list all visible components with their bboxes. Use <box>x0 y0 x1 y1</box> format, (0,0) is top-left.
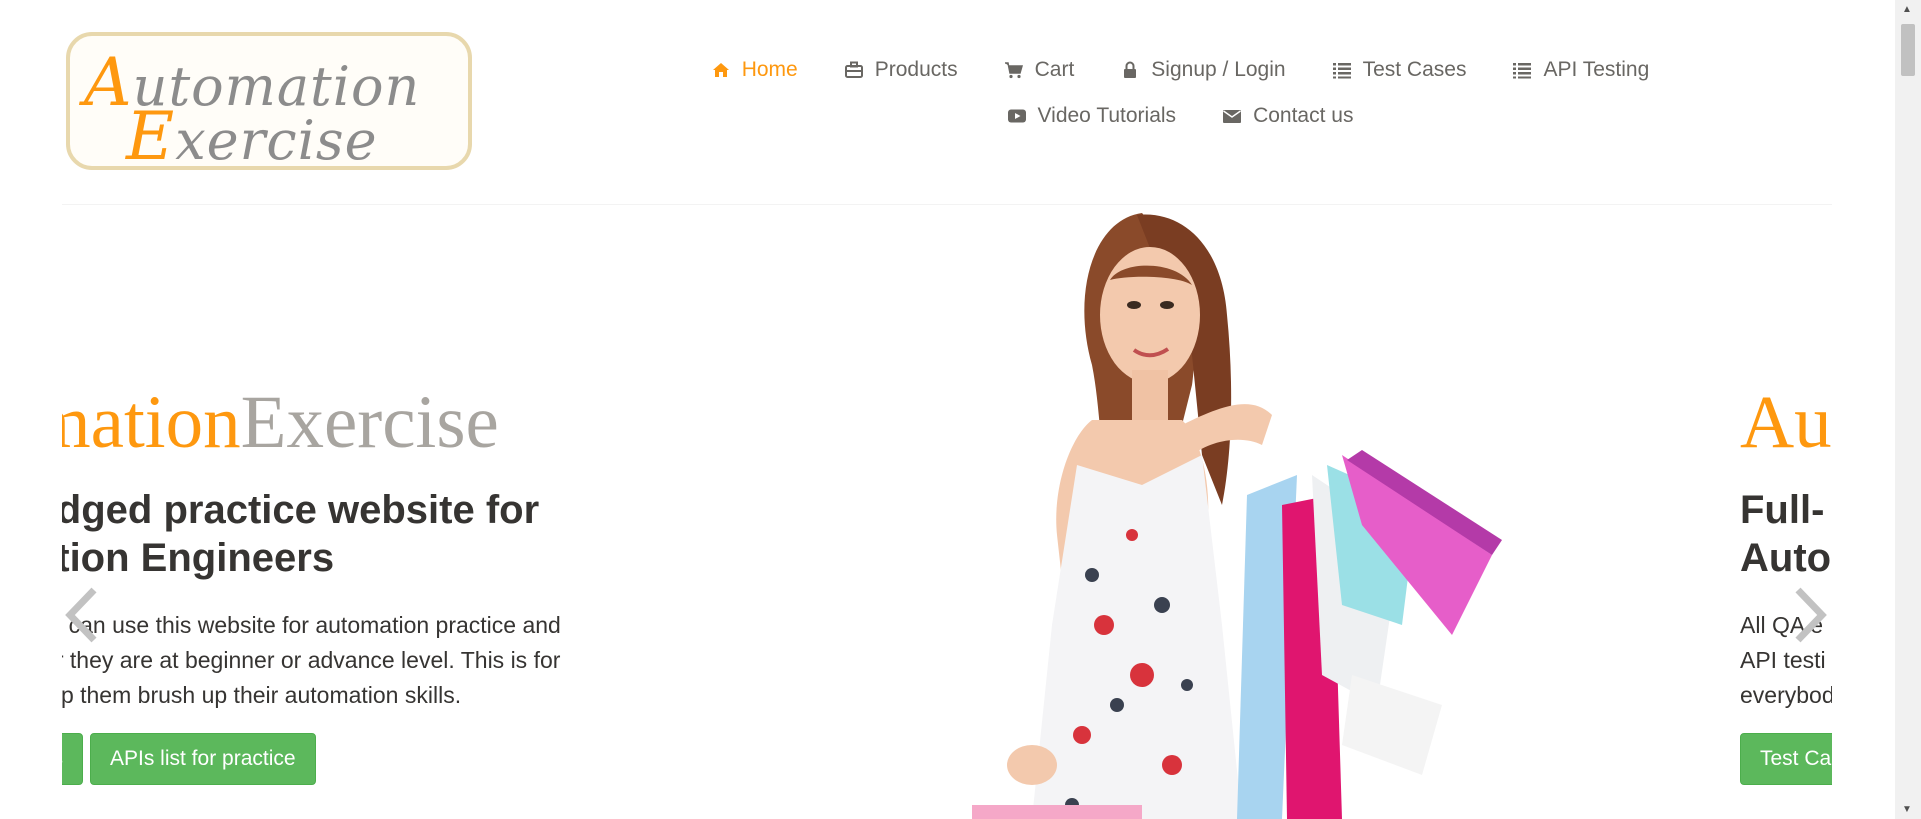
logo-rest-2: xercise <box>175 109 378 170</box>
scroll-up-arrow-icon[interactable]: ▲ <box>1902 4 1912 15</box>
nav-test-cases-label: Test Cases <box>1362 58 1467 81</box>
logo-cap-e: E <box>126 98 176 170</box>
nav-api-testing[interactable]: API Testing <box>1489 47 1672 93</box>
brand-orange: tomation <box>62 381 241 464</box>
chevron-left-icon <box>65 587 97 643</box>
next-slide-headline: Full- Auto <box>1740 486 1832 582</box>
carousel-prev-arrow[interactable] <box>64 585 98 655</box>
briefcase-icon <box>844 61 863 78</box>
next-slide-preview: Au Full- Auto All QA e API testi everybo… <box>1740 385 1832 713</box>
nav-products-label: Products <box>874 58 958 81</box>
slide-buttons: ses APIs list for practice <box>62 733 316 785</box>
scroll-thumb[interactable] <box>1901 24 1915 76</box>
carousel-next-arrow[interactable] <box>1794 585 1828 655</box>
desc-line-3: dy to help them brush up their automatio… <box>62 682 462 708</box>
headline-line-1: Fledged practice website for <box>62 488 540 532</box>
nav-video-tutorials-label: Video Tutorials <box>1037 104 1177 127</box>
chevron-right-icon <box>1795 587 1827 643</box>
nav-contact-us-label: Contact us <box>1253 104 1354 127</box>
logo-line-2: Exercise <box>126 98 378 170</box>
nav-api-testing-label: API Testing <box>1543 58 1650 81</box>
cart-icon <box>1004 62 1023 79</box>
next-test-cases-button[interactable]: Test Ca <box>1740 733 1832 785</box>
scroll-down-arrow-icon[interactable]: ▼ <box>1902 804 1912 815</box>
next-slide-buttons: Test Ca <box>1740 733 1832 785</box>
nav-products[interactable]: Products <box>821 47 981 93</box>
slide-description: ngineers can use this website for automa… <box>62 608 678 713</box>
nav-row-1: Home Products Cart Signup / Login Test C… <box>690 47 1670 93</box>
nav-home[interactable]: Home <box>688 47 821 93</box>
desc-line-1: ngineers can use this website for automa… <box>62 612 561 638</box>
next-slide-brand: Au <box>1740 385 1832 460</box>
apis-list-button[interactable]: APIs list for practice <box>90 733 316 785</box>
desc-line-2: ng either they are at beginner or advanc… <box>62 647 561 673</box>
nav-signup-login[interactable]: Signup / Login <box>1097 47 1308 93</box>
headline-line-2: omation Engineers <box>62 536 335 580</box>
nav-row-2: Video Tutorials Contact us <box>690 93 1670 139</box>
site-logo[interactable]: Automation Exercise <box>66 32 472 170</box>
next-headline-line-1: Full- <box>1740 488 1825 532</box>
slide-brand: tomationExercise <box>62 385 754 460</box>
slide-content: tomationExercise Fledged practice websit… <box>62 385 754 713</box>
hero-image-girl-with-shopping-bags <box>972 213 1502 819</box>
youtube-play-icon <box>1007 109 1026 123</box>
slide-headline: Fledged practice website for omation Eng… <box>62 486 754 582</box>
nav-test-cases[interactable]: Test Cases <box>1309 47 1490 93</box>
nav-home-label: Home <box>741 58 798 81</box>
nav-cart-label: Cart <box>1034 58 1075 81</box>
envelope-icon <box>1223 110 1242 123</box>
brand-gray: Exercise <box>240 381 499 464</box>
list-icon <box>1513 63 1532 79</box>
next-desc-line-3: everybod <box>1740 682 1832 708</box>
main-nav: Home Products Cart Signup / Login Test C… <box>690 47 1670 139</box>
next-brand-orange: Au <box>1740 381 1832 464</box>
page-scrollbar[interactable]: ▲ ▼ <box>1895 0 1921 819</box>
lock-icon <box>1124 61 1137 78</box>
test-cases-button[interactable]: ses <box>62 733 83 785</box>
nav-signup-login-label: Signup / Login <box>1151 58 1286 81</box>
nav-video-tutorials[interactable]: Video Tutorials <box>984 93 1200 139</box>
next-headline-line-2: Auto <box>1740 536 1832 580</box>
hero-carousel: tomationExercise Fledged practice websit… <box>62 205 1832 819</box>
nav-contact-us[interactable]: Contact us <box>1199 93 1376 139</box>
nav-cart[interactable]: Cart <box>981 47 1098 93</box>
home-icon <box>712 63 729 77</box>
list-icon <box>1332 63 1351 79</box>
